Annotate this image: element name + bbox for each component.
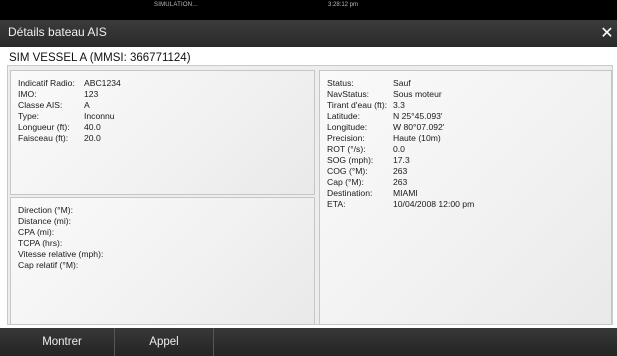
relative-motion-panel: Direction (°M): Distance (mi): CPA (mi):… xyxy=(10,197,315,325)
title-bar: Détails bateau AIS ✕ xyxy=(0,20,617,47)
field-label: Classe AIS: xyxy=(18,100,63,110)
simulation-indicator: SIMULATION... xyxy=(154,2,198,8)
field-value: 123 xyxy=(84,89,99,99)
field-label: Longueur (ft): xyxy=(18,122,70,132)
field-label: Vitesse relative (mph): xyxy=(18,249,104,259)
field-label: Direction (°M): xyxy=(18,205,74,215)
field-label: Indicatif Radio: xyxy=(18,78,75,88)
field-value: 17.3 xyxy=(393,155,410,165)
field-value: 20.0 xyxy=(84,133,101,143)
field-value: Sous moteur xyxy=(393,89,442,99)
field-value: 0.0 xyxy=(393,144,405,154)
field-label: Distance (mi): xyxy=(18,216,72,226)
field-value: 40.0 xyxy=(84,122,101,132)
window-title: Détails bateau AIS xyxy=(8,25,107,39)
field-label: Type: xyxy=(18,111,40,121)
status-panel: Status: Sauf NavStatus: Sous moteur Tira… xyxy=(319,70,612,325)
show-button[interactable]: Montrer xyxy=(10,328,114,356)
field-value: Sauf xyxy=(393,78,411,88)
field-value: N 25°45.093' xyxy=(393,111,443,121)
action-bar: Montrer Appel xyxy=(0,328,617,356)
field-label: Faisceau (ft): xyxy=(18,133,69,143)
field-label: Tirant d'eau (ft): xyxy=(327,100,388,110)
call-button[interactable]: Appel xyxy=(114,328,214,356)
status-bar: SIMULATION... 3:28:12 pm xyxy=(0,0,617,20)
field-label: TCPA (hrs): xyxy=(18,238,63,248)
field-label: Longitude: xyxy=(327,122,368,132)
field-value: A xyxy=(84,100,90,110)
field-label: Destination: xyxy=(327,188,373,198)
field-value: ABC1234 xyxy=(84,78,121,88)
field-value: W 80°07.092' xyxy=(393,122,445,132)
field-label: ROT (°/s): xyxy=(327,144,366,154)
field-value: Haute (10m) xyxy=(393,133,441,143)
field-label: Status: xyxy=(327,78,354,88)
field-label: COG (°M): xyxy=(327,166,368,176)
field-label: CPA (mi): xyxy=(18,227,55,237)
field-label: Precision: xyxy=(327,133,365,143)
identity-panel: Indicatif Radio: ABC1234 IMO: 123 Classe… xyxy=(10,70,315,195)
field-label: IMO: xyxy=(18,89,37,99)
vessel-name: SIM VESSEL A (MMSI: 366771124) xyxy=(9,52,191,64)
field-label: Cap (°M): xyxy=(327,177,364,187)
field-value: MIAMI xyxy=(393,188,418,198)
field-label: Cap relatif (°M): xyxy=(18,260,79,270)
field-value: 263 xyxy=(393,166,408,176)
field-label: NavStatus: xyxy=(327,89,370,99)
field-value: 263 xyxy=(393,177,408,187)
clock: 3:28:12 pm xyxy=(328,2,359,8)
close-icon[interactable]: ✕ xyxy=(599,24,615,42)
field-label: ETA: xyxy=(327,199,346,209)
field-label: SOG (mph): xyxy=(327,155,374,165)
field-label: Latitude: xyxy=(327,111,360,121)
field-value: Inconnu xyxy=(84,111,115,121)
field-value: 3.3 xyxy=(393,100,405,110)
field-value: 10/04/2008 12:00 pm xyxy=(393,199,475,209)
